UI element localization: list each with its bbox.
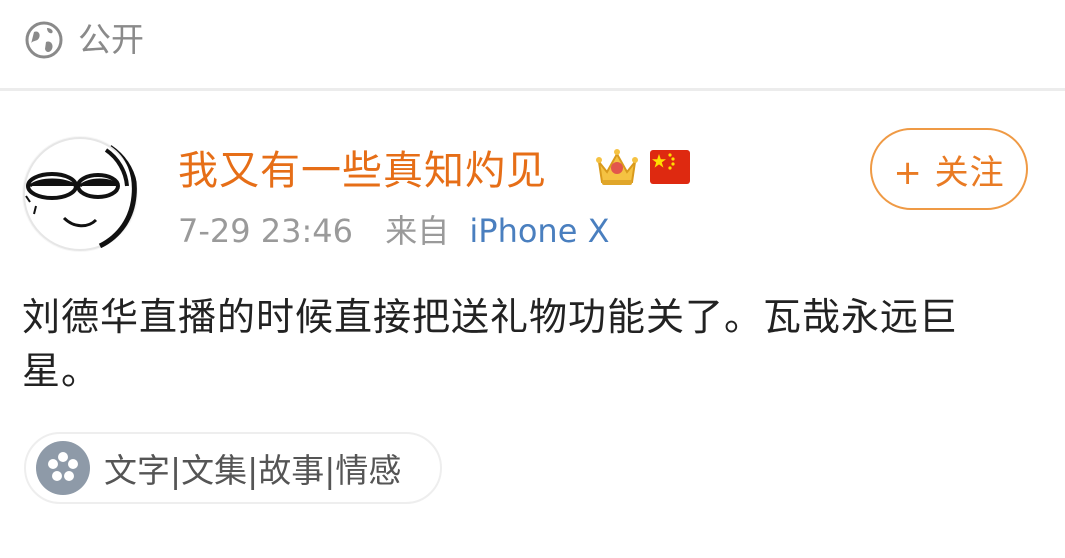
post-meta: 7-29 23:46 来自 iPhone X [178,210,609,252]
author-name[interactable]: 我又有一些真知灼见 [178,145,547,197]
post-text: 刘德华直播的时候直接把送礼物功能关了。瓦哉永远巨星。 [22,295,959,393]
source-label: 来自 [385,212,450,250]
source-device-link[interactable]: iPhone X [469,212,609,250]
globe-icon [25,21,63,59]
follow-button[interactable]: + 关注 [870,128,1028,210]
flower-icon [36,441,90,495]
topic-chip[interactable]: 文字|文集|故事|情感 [24,432,442,504]
avatar-face-icon [23,137,137,251]
china-flag-icon [650,150,690,184]
timestamp: 7-29 23:46 [178,212,354,250]
visibility-bar: 公开 [0,0,1065,88]
divider [0,88,1065,91]
avatar[interactable] [22,136,138,252]
topic-label: 文字|文集|故事|情感 [104,451,402,490]
visibility-label: 公开 [78,20,144,59]
crown-icon [596,149,638,185]
